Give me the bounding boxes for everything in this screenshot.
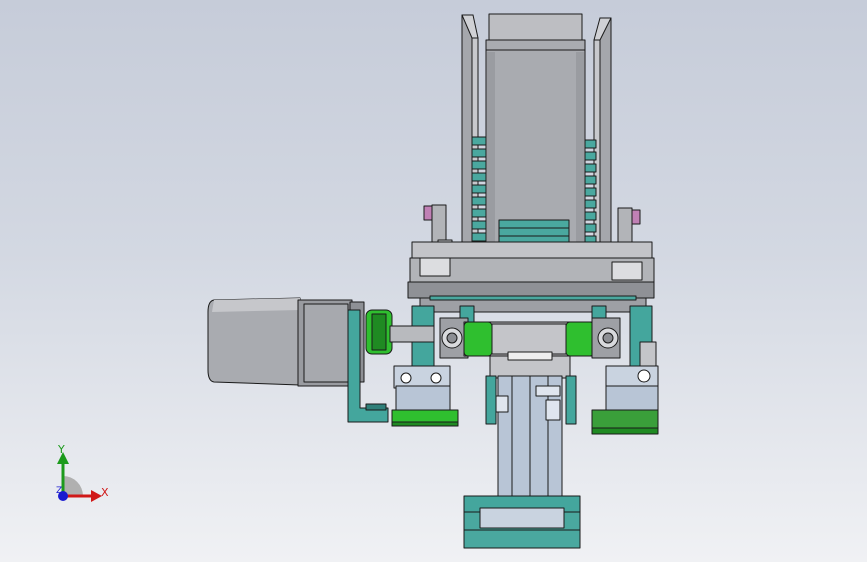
z-axis-label: Z (56, 486, 63, 496)
axis-triad (57, 452, 102, 502)
base-plate (407, 241, 655, 313)
cad-model[interactable] (0, 0, 867, 562)
x-axis-label: X (101, 486, 109, 499)
hopper (461, 13, 612, 281)
y-axis-label: Y (58, 443, 65, 456)
foot-base (463, 495, 581, 549)
coupling-left (393, 365, 451, 413)
cad-viewport[interactable]: Y X Z (0, 0, 867, 562)
